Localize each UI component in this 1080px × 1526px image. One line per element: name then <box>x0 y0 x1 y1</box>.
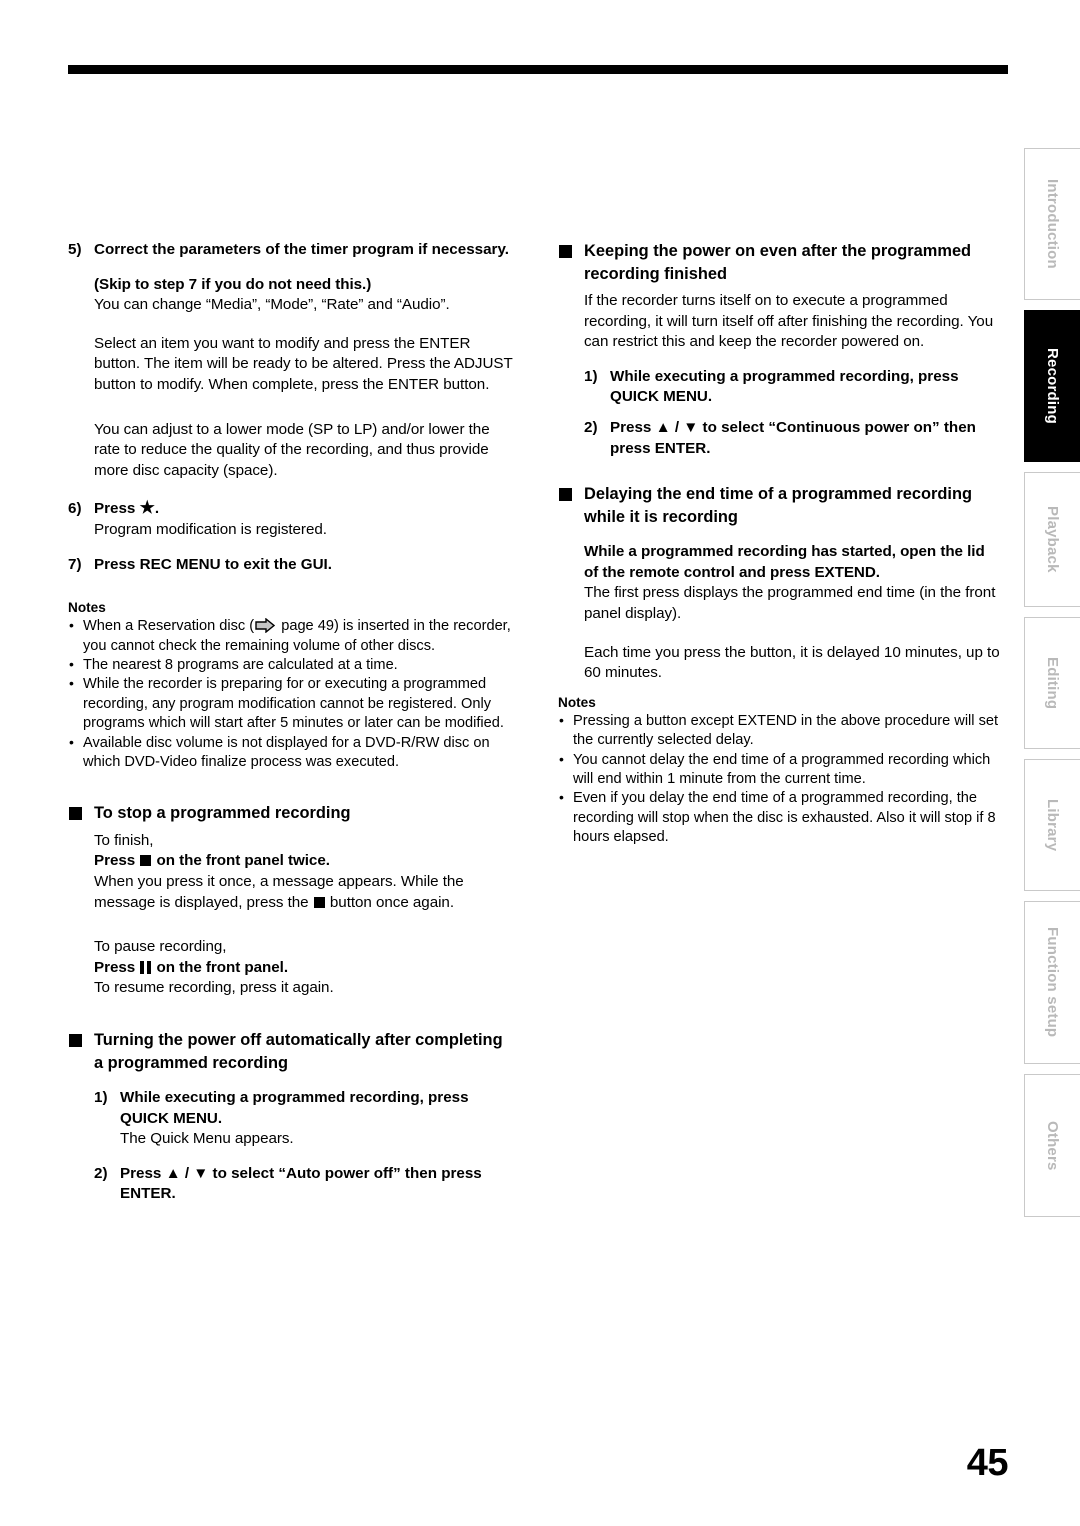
note-item: When a Reservation disc ( page 49) is in… <box>68 616 513 656</box>
chapter-tab-function-setup-label: Function setup <box>1044 927 1061 1038</box>
step-7-number: 7) <box>68 555 82 573</box>
chapter-tab-introduction-label: Introduction <box>1044 179 1061 269</box>
section-auto-power-off-heading: Turning the power off automatically afte… <box>68 1029 513 1074</box>
section-delay-end-time-body: While a programmed recording has started… <box>558 542 1003 684</box>
header-rule <box>68 65 1008 74</box>
stop-body-text: When you press it once, a message appear… <box>94 872 513 913</box>
chapter-tab-strip: Introduction Recording Playback Editing … <box>1024 148 1080 1227</box>
stop-square-icon <box>140 855 152 867</box>
section-bullet-square-icon <box>559 488 572 502</box>
chapter-tab-recording-label: Recording <box>1044 348 1061 424</box>
keep-power-step-1: 1) While executing a programmed recordin… <box>584 367 1003 408</box>
keep-power-step-1-text: While executing a programmed recording, … <box>610 367 959 406</box>
step-6: 6) Press ★. <box>68 499 513 520</box>
stop-square-icon <box>313 896 325 908</box>
step-6-title-prefix: Press <box>94 500 136 518</box>
section-stop-heading-text: To stop a programmed recording <box>94 804 351 823</box>
pause-to-pause-label: To pause recording, <box>94 938 227 956</box>
delay-bold-instruction: While a programmed recording has started… <box>584 543 985 581</box>
chapter-tab-recording[interactable]: Recording <box>1024 310 1080 462</box>
note-item: While the recorder is preparing for or e… <box>68 674 513 733</box>
step-5-para-3: You can adjust to a lower mode (SP to LP… <box>94 420 490 479</box>
section-auto-power-off-heading-text: Turning the power off automatically afte… <box>94 1031 503 1072</box>
step-5: 5) Correct the parameters of the timer p… <box>68 240 513 261</box>
keep-power-step-2: 2) Press ▲ / ▼ to select “Continuous pow… <box>584 418 1003 459</box>
section-keep-power-on-heading-text: Keeping the power on even after the prog… <box>584 242 972 283</box>
section-bullet-square-icon <box>559 245 572 258</box>
note-item: You cannot delay the end time of a progr… <box>558 750 1003 790</box>
auto-power-step-1-text: While executing a programmed recording, … <box>120 1089 469 1127</box>
chapter-tab-library-label: Library <box>1044 798 1061 852</box>
step-5-skip-note: (Skip to step 7 if you do not need this.… <box>94 275 372 293</box>
pause-press-after: on the front panel. <box>156 958 288 976</box>
right-notes-list: Pressing a button except EXTEND in the a… <box>558 711 1003 848</box>
section-keep-power-on-body: If the recorder turns itself on to execu… <box>558 291 1003 459</box>
step-5-number: 5) <box>68 241 82 258</box>
section-delay-end-time-heading-text: Delaying the end time of a programmed re… <box>584 485 972 526</box>
stop-press-before: Press <box>94 852 136 870</box>
step-6-body: Program modification is registered. <box>94 520 327 538</box>
chapter-tab-playback[interactable]: Playback <box>1024 472 1080 607</box>
step-5-para-1: You can change “Media”, “Mode”, “Rate” a… <box>94 296 450 314</box>
keep-power-step-2-text: Press ▲ / ▼ to select “Continuous power … <box>610 418 976 457</box>
auto-power-step-2-number: 2) <box>94 1164 108 1182</box>
left-notes-list: When a Reservation disc ( page 49) is in… <box>68 616 513 773</box>
note-item: The nearest 8 programs are calculated at… <box>68 655 513 675</box>
section-bullet-square-icon <box>69 807 82 821</box>
page-reference-arrow-icon <box>255 617 276 634</box>
chapter-tab-playback-label: Playback <box>1044 506 1061 573</box>
delay-paragraph-1: The first press displays the programmed … <box>584 584 996 622</box>
right-column: Keeping the power on even after the prog… <box>558 240 1003 848</box>
section-bullet-square-icon <box>69 1034 82 1048</box>
stop-to-finish-label: To finish, <box>94 831 154 849</box>
stop-press-after: on the front panel twice. <box>156 852 330 870</box>
auto-power-step-1-body: The Quick Menu appears. <box>120 1130 294 1148</box>
auto-power-step-2-text: Press ▲ / ▼ to select “Auto power off” t… <box>120 1164 482 1203</box>
right-notes-title: Notes <box>558 694 596 710</box>
chapter-tab-others-label: Others <box>1044 1120 1061 1171</box>
section-stop-programmed-recording-heading: To stop a programmed recording <box>68 802 513 825</box>
stop-press-instruction: Press on the front panel twice. <box>94 851 513 872</box>
step-7: 7) Press REC MENU to exit the GUI. <box>68 555 513 576</box>
step-5-para-2: Select an item you want to modify and pr… <box>94 334 513 393</box>
note-item: Available disc volume is not displayed f… <box>68 733 513 773</box>
note-item: Pressing a button except EXTEND in the a… <box>558 711 1003 751</box>
manual-page: 5) Correct the parameters of the timer p… <box>0 0 1080 1526</box>
left-column: 5) Correct the parameters of the timer p… <box>68 240 513 1205</box>
stop-body-after: button once again. <box>329 893 454 911</box>
chapter-tab-function-setup[interactable]: Function setup <box>1024 901 1080 1064</box>
keep-power-on-paragraph: If the recorder turns itself on to execu… <box>584 292 994 351</box>
section-auto-power-off-body: 1) While executing a programmed recordin… <box>68 1088 513 1205</box>
left-notes-title: Notes <box>68 600 106 616</box>
keep-power-step-1-number: 1) <box>584 367 598 385</box>
step-5-title: Correct the parameters of the timer prog… <box>94 241 509 258</box>
delay-paragraph-2: Each time you press the button, it is de… <box>584 643 1000 682</box>
keep-power-step-2-number: 2) <box>584 418 598 436</box>
pause-icon <box>140 960 152 974</box>
note-item: Even if you delay the end time of a prog… <box>558 788 1003 847</box>
auto-power-step-1-number: 1) <box>94 1089 108 1107</box>
pause-resume-text: To resume recording, press it again. <box>94 979 334 997</box>
page-number: 45 <box>966 1442 1009 1484</box>
step-7-title: Press REC MENU to exit the GUI. <box>94 555 332 573</box>
section-delay-end-time-heading: Delaying the end time of a programmed re… <box>558 483 1003 528</box>
page-columns: 5) Correct the parameters of the timer p… <box>0 240 1010 1400</box>
note-text-before: When a Reservation disc ( <box>83 618 255 635</box>
pause-press-before: Press <box>94 958 136 976</box>
pause-press-instruction: Press on the front panel. <box>94 958 513 979</box>
step-6-title-suffix: . <box>154 500 160 518</box>
star-icon: ★ <box>139 498 155 518</box>
section-keep-power-on-heading: Keeping the power on even after the prog… <box>558 240 1003 285</box>
step-6-number: 6) <box>68 500 82 518</box>
auto-power-step-2: 2) Press ▲ / ▼ to select “Auto power off… <box>94 1164 513 1205</box>
chapter-tab-others[interactable]: Others <box>1024 1074 1080 1217</box>
chapter-tab-editing[interactable]: Editing <box>1024 617 1080 749</box>
chapter-tab-library[interactable]: Library <box>1024 759 1080 891</box>
chapter-tab-editing-label: Editing <box>1044 656 1061 710</box>
chapter-tab-introduction[interactable]: Introduction <box>1024 148 1080 300</box>
auto-power-step-1: 1) While executing a programmed recordin… <box>94 1088 513 1129</box>
section-stop-body: To finish, Press on the front panel twic… <box>68 831 513 999</box>
